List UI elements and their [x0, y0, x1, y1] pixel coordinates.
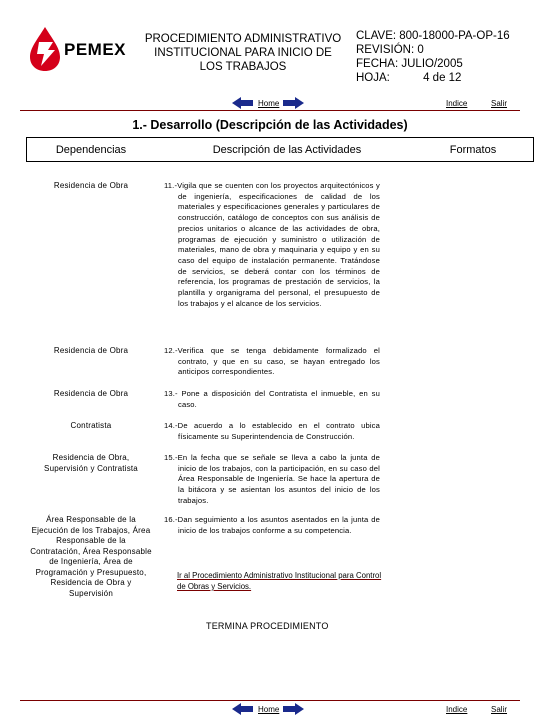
hoja-label: HOJA:	[356, 72, 390, 84]
logo-cell: PEMEX	[20, 18, 134, 80]
row-4-dependencia: Contratista	[70, 421, 112, 430]
clave: CLAVE: 800-18000-PA-OP-16	[356, 30, 510, 42]
title-line-3: LOS TRABAJOS	[199, 61, 287, 73]
title-line-1: PROCEDIMIENTO ADMINISTRATIVO	[144, 33, 342, 45]
row-6-dependencia: Área Responsable de la Ejecución de los …	[30, 515, 152, 598]
indice-link-bottom[interactable]: Indice	[446, 705, 467, 714]
row-1-actividad: 11.-Vigila que se cuenten con los proyec…	[164, 181, 380, 309]
pemex-logo-icon	[30, 27, 60, 71]
row-6-actividad-text: 16.-Dan seguimiento a los asuntos asenta…	[164, 515, 380, 535]
row-1-dependencia: Residencia de Obra	[53, 181, 129, 190]
footer-divider	[20, 700, 520, 701]
row-5-actividad-text: 15.-En la fecha que se señale se lleva a…	[164, 453, 380, 505]
row-6-actividad: 16.-Dan seguimiento a los asuntos asenta…	[164, 515, 380, 536]
row-4-actividad: 14.-De acuerdo a lo establecido en el co…	[164, 421, 380, 442]
procedure-title: PROCEDIMIENTO ADMINISTRATIVO INSTITUCION…	[136, 32, 350, 74]
salir-link-bottom[interactable]: Salir	[491, 705, 507, 714]
row-2-actividad-text: 12.-Verifica que se tenga debidamente fo…	[164, 346, 380, 377]
row-2-dependencia: Residencia de Obra	[53, 346, 129, 355]
revision: REVISIÓN: 0	[356, 44, 424, 56]
section-title: 1.- Desarrollo (Descripción de las Activ…	[132, 118, 408, 132]
hoja: HOJA: 4 de 12	[356, 71, 510, 85]
row-5-dependencia: Residencia de Obra, Supervisión y Contra…	[44, 453, 138, 473]
arrow-right-bottom-icon[interactable]	[282, 703, 304, 715]
salir-link-top[interactable]: Salir	[491, 99, 507, 108]
home-link-bottom[interactable]: Home	[258, 705, 279, 714]
col-descripcion: Descripción de las Actividades	[212, 144, 362, 156]
col-formatos: Formatos	[449, 144, 497, 156]
indice-link-top[interactable]: Indice	[446, 99, 467, 108]
title-line-2: INSTITUCIONAL PARA INICIO DE	[154, 47, 332, 59]
arrow-right-icon[interactable]	[282, 97, 304, 109]
col-dependencias: Dependencias	[55, 144, 127, 156]
procedure-link[interactable]: Ir al Procedimiento Administrativo Insti…	[177, 570, 385, 592]
pemex-wordmark: PEMEX	[64, 40, 127, 59]
row-3-actividad: 13.- Pone a disposición del Contratista …	[164, 389, 380, 410]
header-divider	[20, 110, 520, 111]
fecha: FECHA: JULIO/2005	[356, 58, 463, 70]
row-2-actividad: 12.-Verifica que se tenga debidamente fo…	[164, 346, 380, 378]
arrow-left-bottom-icon[interactable]	[232, 703, 254, 715]
arrow-left-icon[interactable]	[232, 97, 254, 109]
row-4-actividad-text: 14.-De acuerdo a lo establecido en el co…	[164, 421, 380, 441]
row-1-actividad-text: 11.-Vigila que se cuenten con los proyec…	[164, 181, 380, 308]
termina-procedimiento: TERMINA PROCEDIMIENTO	[206, 621, 329, 631]
row-3-actividad-text: 13.- Pone a disposición del Contratista …	[164, 389, 380, 409]
row-3-dependencia: Residencia de Obra	[53, 389, 129, 398]
row-5-actividad: 15.-En la fecha que se señale se lleva a…	[164, 453, 380, 507]
home-link-top[interactable]: Home	[258, 99, 279, 108]
document-meta: CLAVE: 800-18000-PA-OP-16 REVISIÓN: 0 FE…	[356, 29, 510, 85]
table-header: Dependencias Descripción de las Activida…	[26, 137, 534, 162]
hoja-value: 4 de 12	[423, 72, 462, 84]
